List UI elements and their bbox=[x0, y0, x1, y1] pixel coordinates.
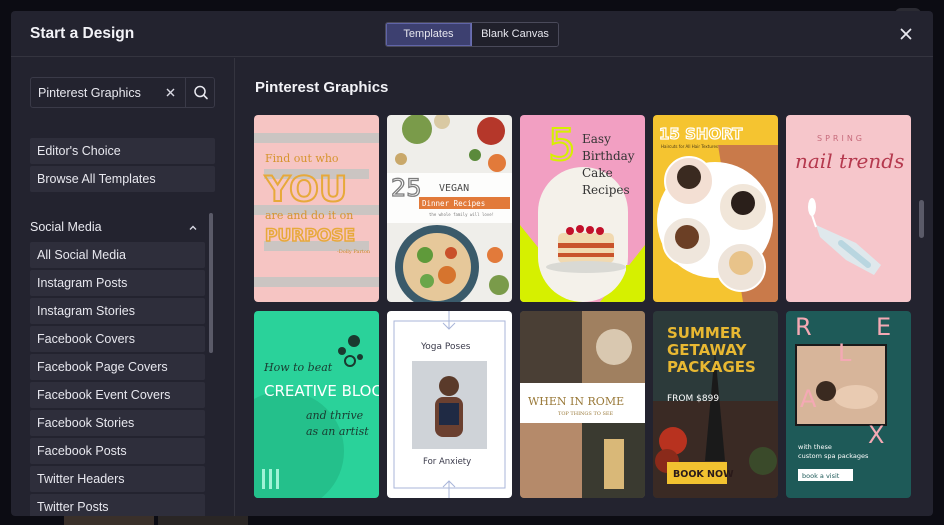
gallery-scrollbar[interactable] bbox=[919, 200, 924, 238]
template-text: YOU bbox=[264, 170, 347, 210]
template-card[interactable]: WHEN IN ROME TOP THINGS TO SEE bbox=[520, 311, 645, 498]
template-text: Find out who bbox=[265, 152, 339, 165]
template-text: Yoga Poses bbox=[420, 342, 471, 352]
collapse-section-button[interactable] bbox=[187, 221, 199, 233]
category-twitter-headers[interactable]: Twitter Headers bbox=[30, 466, 205, 492]
template-text: and thrive bbox=[306, 409, 364, 422]
template-text: WHEN IN ROME bbox=[528, 395, 624, 408]
clear-search-button[interactable] bbox=[164, 86, 177, 99]
template-card[interactable]: 15 SHORT Haircuts for All Hair Textures bbox=[653, 115, 778, 302]
template-text: -Dolly Parton bbox=[337, 249, 371, 255]
template-text: with these bbox=[798, 443, 832, 451]
category-facebook-page-covers[interactable]: Facebook Page Covers bbox=[30, 354, 205, 380]
template-thumbnail: 5 Easy Birthday Cake Recipes bbox=[520, 115, 645, 302]
template-text: Cake bbox=[582, 166, 613, 180]
category-facebook-covers[interactable]: Facebook Covers bbox=[30, 326, 205, 352]
template-text: For Anxiety bbox=[423, 457, 471, 467]
template-thumbnail: R E L A X with these custom spa packages… bbox=[786, 311, 911, 498]
template-thumbnail: Yoga Poses For Anxiety bbox=[387, 311, 512, 498]
close-icon bbox=[900, 28, 912, 40]
template-gallery: Pinterest Graphics Find out who YOU are … bbox=[236, 58, 933, 516]
template-card[interactable]: R E L A X with these custom spa packages… bbox=[786, 311, 911, 498]
template-thumbnail: SUMMER GETAWAY PACKAGES FROM $899 BOOK N… bbox=[653, 311, 778, 498]
start-design-modal: Start a Design Templates Blank Canvas Pi… bbox=[11, 11, 933, 516]
template-text: FROM $899 bbox=[667, 394, 719, 404]
template-text: book a visit bbox=[802, 472, 840, 480]
template-card[interactable]: How to beat CREATIVE BLOCK and thrive as… bbox=[254, 311, 379, 498]
chevron-up-icon bbox=[189, 225, 197, 230]
sidebar: Editor's Choice Browse All Templates Soc… bbox=[11, 58, 235, 516]
gallery-heading: Pinterest Graphics bbox=[255, 79, 389, 96]
search-box bbox=[30, 77, 215, 108]
template-text: Haircuts for All Hair Textures bbox=[661, 144, 718, 149]
template-text: TOP THINGS TO SEE bbox=[558, 411, 614, 417]
editors-choice-button[interactable]: Editor's Choice bbox=[30, 138, 215, 164]
category-facebook-posts[interactable]: Facebook Posts bbox=[30, 438, 205, 464]
template-text: E bbox=[876, 313, 891, 341]
template-text: PACKAGES bbox=[667, 358, 756, 376]
template-text: as an artist bbox=[306, 425, 369, 438]
template-text: 5 bbox=[548, 120, 576, 171]
template-text: A bbox=[800, 385, 817, 413]
search-icon bbox=[194, 85, 208, 100]
template-text: 25 bbox=[391, 174, 422, 202]
template-text: Birthday bbox=[582, 149, 635, 163]
category-list: All Social Media Instagram Posts Instagr… bbox=[30, 242, 205, 516]
template-text: GETAWAY bbox=[667, 341, 748, 359]
clear-icon bbox=[166, 88, 175, 97]
template-text: Easy bbox=[582, 132, 611, 146]
search-input[interactable] bbox=[31, 78, 185, 107]
template-text: VEGAN bbox=[439, 183, 469, 194]
template-text: X bbox=[868, 421, 884, 449]
template-text: SUMMER bbox=[667, 324, 742, 342]
section-social-media[interactable]: Social Media bbox=[30, 217, 198, 237]
modal-header: Start a Design Templates Blank Canvas bbox=[11, 11, 933, 57]
close-button[interactable] bbox=[897, 25, 915, 43]
template-thumbnail: 15 SHORT Haircuts for All Hair Textures bbox=[653, 115, 778, 302]
category-twitter-posts[interactable]: Twitter Posts bbox=[30, 494, 205, 516]
template-text: SPRING bbox=[817, 134, 865, 143]
template-thumbnail: 25 VEGAN Dinner Recipes the whole family… bbox=[387, 115, 512, 302]
category-instagram-stories[interactable]: Instagram Stories bbox=[30, 298, 205, 324]
tab-templates[interactable]: Templates bbox=[386, 23, 472, 46]
template-card[interactable]: SUMMER GETAWAY PACKAGES FROM $899 BOOK N… bbox=[653, 311, 778, 498]
modal-title: Start a Design bbox=[30, 25, 135, 42]
template-text: the whole family will love! bbox=[429, 212, 494, 217]
template-card[interactable]: 5 Easy Birthday Cake Recipes bbox=[520, 115, 645, 302]
template-text: nail trends bbox=[795, 149, 904, 173]
template-card[interactable]: SPRING nail trends bbox=[786, 115, 911, 302]
category-all-social-media[interactable]: All Social Media bbox=[30, 242, 205, 268]
template-text: R bbox=[795, 313, 812, 341]
design-mode-toggle: Templates Blank Canvas bbox=[385, 22, 559, 47]
template-thumbnail: WHEN IN ROME TOP THINGS TO SEE bbox=[520, 311, 645, 498]
template-card[interactable]: 25 VEGAN Dinner Recipes the whole family… bbox=[387, 115, 512, 302]
template-card[interactable]: Find out who YOU are and do it on PURPOS… bbox=[254, 115, 379, 302]
template-text: BOOK NOW bbox=[673, 469, 734, 480]
template-text: How to beat bbox=[263, 361, 333, 374]
template-thumbnail: How to beat CREATIVE BLOCK and thrive as… bbox=[254, 311, 379, 498]
template-text: Dinner Recipes bbox=[422, 199, 485, 208]
template-text: L bbox=[838, 339, 852, 367]
template-text: are and do it on bbox=[265, 209, 353, 222]
browse-all-templates-button[interactable]: Browse All Templates bbox=[30, 166, 215, 192]
category-facebook-stories[interactable]: Facebook Stories bbox=[30, 410, 205, 436]
template-text: CREATIVE BLOCK bbox=[264, 382, 379, 400]
template-text: 15 SHORT bbox=[659, 125, 743, 143]
category-facebook-event-covers[interactable]: Facebook Event Covers bbox=[30, 382, 205, 408]
template-card[interactable]: Yoga Poses For Anxiety bbox=[387, 311, 512, 498]
sidebar-scrollbar[interactable] bbox=[209, 213, 213, 353]
category-instagram-posts[interactable]: Instagram Posts bbox=[30, 270, 205, 296]
search-button[interactable] bbox=[185, 78, 215, 107]
template-thumbnail: Find out who YOU are and do it on PURPOS… bbox=[254, 115, 379, 302]
template-text: PURPOSE bbox=[265, 226, 355, 246]
template-thumbnail: SPRING nail trends bbox=[786, 115, 911, 302]
tab-blank-canvas[interactable]: Blank Canvas bbox=[472, 23, 558, 46]
template-text: Recipes bbox=[582, 183, 630, 197]
template-text: custom spa packages bbox=[798, 452, 869, 460]
